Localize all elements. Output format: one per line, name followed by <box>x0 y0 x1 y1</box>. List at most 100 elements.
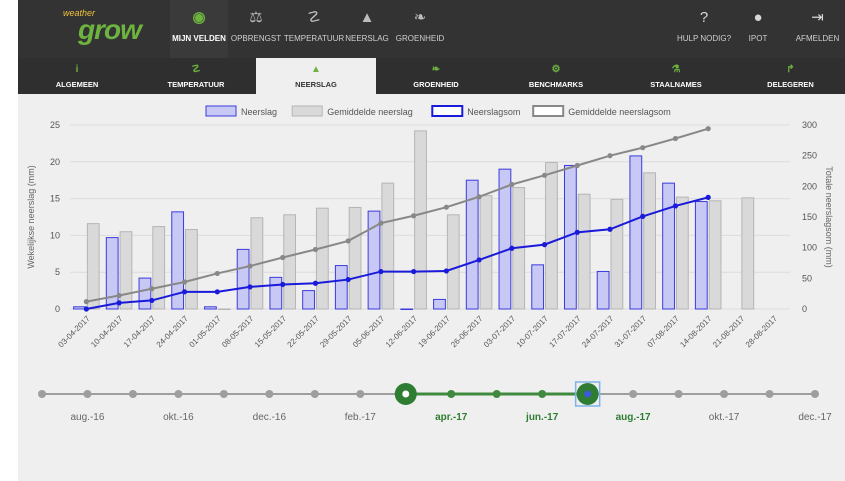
thermometer-icon: ☡ <box>191 63 201 75</box>
y-tick-label: 25 <box>50 120 60 130</box>
tab-label: STAALNAMES <box>650 79 702 89</box>
y-right-tick-label: 200 <box>802 181 817 191</box>
thermometer-icon: ☡ <box>307 9 321 26</box>
bar-neerslag <box>531 264 545 310</box>
timeline-label[interactable]: okt.-17 <box>709 412 740 423</box>
point-gemiddelde-neerslagsom <box>705 126 711 132</box>
x-tick-label: 03-04-2017 <box>56 314 92 350</box>
bar-neerslag <box>236 248 250 310</box>
point-gemiddelde-neerslagsom <box>476 194 482 200</box>
timeline-label[interactable]: feb.-17 <box>345 412 377 423</box>
timeline-dot <box>38 390 46 398</box>
bar-neerslag <box>73 306 86 310</box>
x-tick-label: 01-05-2017 <box>187 314 223 350</box>
bar-neerslag <box>269 276 283 310</box>
x-tick-label: 03-07-2017 <box>482 314 518 350</box>
logout-icon: ⇥ <box>811 9 824 26</box>
tab-neerslag[interactable]: ▲ NEERSLAG <box>256 58 376 94</box>
tab-groenheid[interactable]: ❧ GROENHEID <box>376 58 496 94</box>
timeline-dot <box>629 390 638 398</box>
nav-item-afmelden[interactable]: ⇥ AFMELDEN <box>790 0 845 58</box>
y-right-tick-label: 0 <box>802 304 807 314</box>
timeline-dot <box>538 390 547 398</box>
bar-gemiddelde-neerslag <box>283 214 297 310</box>
legend-item[interactable]: Gemiddelde neerslag <box>291 105 413 117</box>
point-neerslagsom <box>378 268 384 275</box>
bar-gemiddelde-neerslag <box>381 182 395 310</box>
tab-staalnames[interactable]: ⚗ STAALNAMES <box>616 58 736 94</box>
timeline-label[interactable]: aug.-17 <box>616 412 651 423</box>
nav-item-temperatuur[interactable]: ☡ TEMPERATUUR <box>284 0 344 58</box>
point-neerslagsom <box>181 289 188 295</box>
app-logo[interactable]: weather grow <box>58 8 158 48</box>
point-gemiddelde-neerslagsom <box>574 162 580 169</box>
timeline-dot <box>83 390 92 398</box>
y-tick-label: 0 <box>55 304 60 314</box>
nav-item-mijn-velden[interactable]: ◉ MIJN VELDEN <box>170 0 228 58</box>
point-gemiddelde-neerslagsom <box>378 220 384 226</box>
tab-label: GROENHEID <box>413 79 459 89</box>
timeline-dot <box>811 390 819 398</box>
nav-item-label: HULP NODIG? <box>676 34 732 43</box>
bar-gemiddelde-neerslag <box>741 197 755 310</box>
timeline-label[interactable]: apr.-17 <box>435 412 468 423</box>
bar-neerslag <box>596 270 610 310</box>
point-neerslagsom <box>574 229 580 235</box>
bar-gemiddelde-neerslag <box>577 193 591 310</box>
bar-gemiddelde-neerslag <box>414 130 427 310</box>
tab-algemeen[interactable]: i ALGEMEEN <box>18 58 136 94</box>
point-gemiddelde-neerslagsom <box>83 299 89 305</box>
legend-swatch <box>532 105 565 117</box>
legend-label: Gemiddelde neerslag <box>327 107 413 117</box>
y-right-tick-label: 150 <box>802 212 817 222</box>
tab-label: BENCHMARKS <box>528 79 584 89</box>
timeline-label[interactable]: jun.-17 <box>525 412 559 423</box>
nav-item-ipot[interactable]: ● IPOT <box>736 0 780 58</box>
timeline-label[interactable]: dec.-17 <box>798 412 832 423</box>
tab-temperatuur[interactable]: ☡ TEMPERATUUR <box>136 58 256 94</box>
legend-label: Gemiddelde neerslagsom <box>568 107 671 117</box>
tab-benchmarks[interactable]: ⚙ BENCHMARKS <box>496 58 616 94</box>
bar-gemiddelde-neerslag <box>708 200 722 310</box>
x-tick-label: 28-08-2017 <box>744 314 780 350</box>
timeline-dot <box>492 390 501 398</box>
bar-neerslag <box>138 277 152 310</box>
leaf-icon: ❧ <box>413 9 427 26</box>
nav-item-opbrengst[interactable]: ⚖ OPBRENGST <box>228 0 284 58</box>
tab-label: NEERSLAG <box>295 79 337 89</box>
bar-gemiddelde-neerslag <box>315 207 329 310</box>
logo-big-text: grow <box>78 14 142 45</box>
x-tick-label: 14-08-2017 <box>678 314 714 350</box>
timeline-dot <box>265 390 274 398</box>
legend-label: Neerslagsom <box>467 107 520 117</box>
legend-item[interactable]: Neerslag <box>205 105 277 117</box>
timeline-dot <box>310 390 319 398</box>
nav-item-hulp-nodig[interactable]: ? HULP NODIG? <box>672 0 736 58</box>
bar-gemiddelde-neerslag <box>675 196 689 310</box>
flask-icon: ⚗ <box>671 63 681 75</box>
tab-delegeren[interactable]: ↱ DELEGEREN <box>736 58 845 94</box>
x-tick-label: 21-08-2017 <box>711 314 747 350</box>
x-tick-label: 17-04-2017 <box>122 314 158 350</box>
point-gemiddelde-neerslagsom <box>541 172 548 178</box>
x-tick-label: 08-05-2017 <box>220 314 256 350</box>
x-tick-label: 19-06-2017 <box>416 314 452 350</box>
timeline-dot <box>765 390 774 398</box>
timeline-label[interactable]: dec.-16 <box>253 412 287 423</box>
nav-item-neerslag[interactable]: ▲ NEERSLAG <box>341 0 393 58</box>
timeline-label[interactable]: okt.-16 <box>163 412 194 423</box>
y-right-tick-label: 250 <box>802 151 817 161</box>
legend-item[interactable]: Gemiddelde neerslagsom <box>532 105 671 117</box>
legend-item[interactable]: Neerslagsom <box>431 105 520 117</box>
x-tick-label: 31-07-2017 <box>613 314 649 350</box>
timeline-dot <box>128 390 137 398</box>
date-range-timeline[interactable]: aug.-16 okt.-16 dec.-16 feb.-17 apr.-17 jun.-… <box>0 370 845 440</box>
x-tick-label: 07-08-2017 <box>646 314 682 350</box>
bar-gemiddelde-neerslag <box>185 229 198 310</box>
bar-gemiddelde-neerslag <box>348 206 362 310</box>
x-tick-label: 24-04-2017 <box>155 314 191 350</box>
point-neerslagsom <box>345 276 351 283</box>
point-neerslagsom <box>443 268 449 274</box>
nav-item-groenheid[interactable]: ❧ GROENHEID <box>394 0 446 58</box>
timeline-label[interactable]: aug.-16 <box>71 412 105 423</box>
